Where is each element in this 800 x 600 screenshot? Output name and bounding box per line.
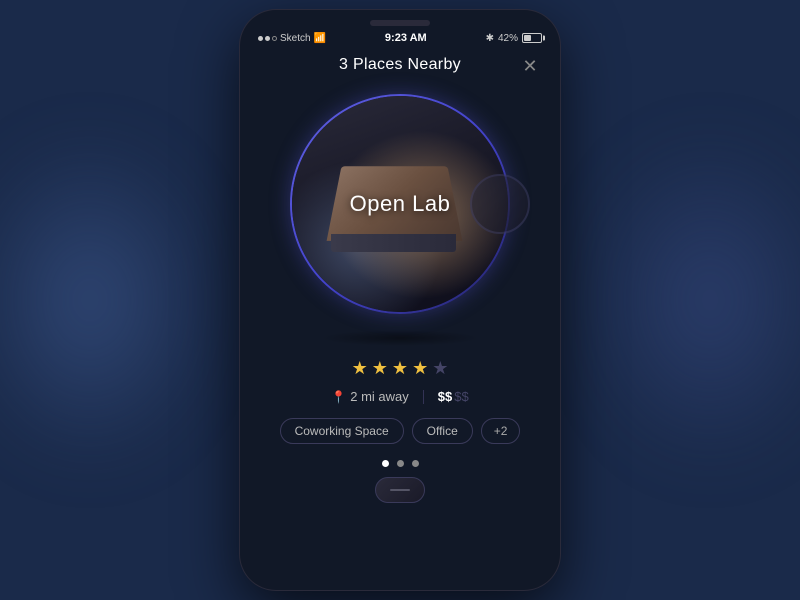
phone-frame: Sketch 📶 9:23 AM ✱ 42% 3 Places Nearby ✕…: [240, 10, 560, 590]
star-3: ★: [392, 358, 408, 379]
time-display: 9:23 AM: [385, 32, 427, 44]
status-right: ✱ 42%: [486, 33, 542, 44]
signal-dot-2: [265, 36, 270, 41]
page-dot-3[interactable]: [412, 460, 419, 467]
page-dot-2[interactable]: [397, 460, 404, 467]
page-dots: [382, 460, 419, 467]
battery-fill: [524, 35, 531, 41]
status-bar: Sketch 📶 9:23 AM ✱ 42%: [240, 26, 560, 48]
stars-row: ★ ★ ★ ★ ★: [352, 358, 449, 379]
price-active: $$: [438, 389, 452, 404]
bg-blur-left: [0, 130, 220, 470]
screen-title: 3 Places Nearby: [339, 56, 461, 74]
screen-header: 3 Places Nearby ✕: [240, 48, 560, 84]
signal-dot-1: [258, 36, 263, 41]
tag-office[interactable]: Office: [412, 418, 473, 444]
location-info: 📍 2 mi away: [331, 389, 408, 404]
place-circle-wrapper[interactable]: Open Lab: [290, 94, 510, 314]
close-button[interactable]: ✕: [518, 54, 542, 78]
bluetooth-icon: ✱: [486, 33, 494, 44]
battery-icon: [522, 33, 542, 43]
tag-coworking[interactable]: Coworking Space: [280, 418, 404, 444]
wifi-icon: 📶: [314, 33, 326, 44]
bg-blur-right: [580, 130, 800, 470]
signal-dots: [258, 36, 277, 41]
card-area: Open Lab ★ ★ ★ ★ ★ 📍 2 mi away $$ $$: [240, 84, 560, 590]
star-4: ★: [412, 358, 428, 379]
bottom-area: [375, 477, 425, 513]
signal-dot-3: [272, 36, 277, 41]
info-row: 📍 2 mi away $$ $$: [331, 389, 468, 404]
star-1: ★: [352, 358, 368, 379]
star-2: ★: [372, 358, 388, 379]
place-name: Open Lab: [350, 191, 451, 217]
page-dot-1[interactable]: [382, 460, 389, 467]
battery-percent: 42%: [498, 33, 518, 44]
distance-label: 2 mi away: [350, 389, 409, 404]
tags-row: Coworking Space Office +2: [280, 418, 521, 444]
pin-icon: 📍: [331, 390, 346, 404]
tag-more[interactable]: +2: [481, 418, 521, 444]
price-info: $$ $$: [438, 389, 469, 404]
info-divider: [423, 390, 424, 404]
status-left: Sketch 📶: [258, 33, 326, 44]
card-shadow: [320, 330, 480, 346]
side-card-peek: [470, 174, 530, 234]
handle-line: [390, 489, 410, 491]
price-faded: $$: [454, 389, 468, 404]
star-5: ★: [432, 358, 448, 379]
carrier-label: Sketch: [280, 33, 311, 44]
bottom-handle[interactable]: [375, 477, 425, 503]
